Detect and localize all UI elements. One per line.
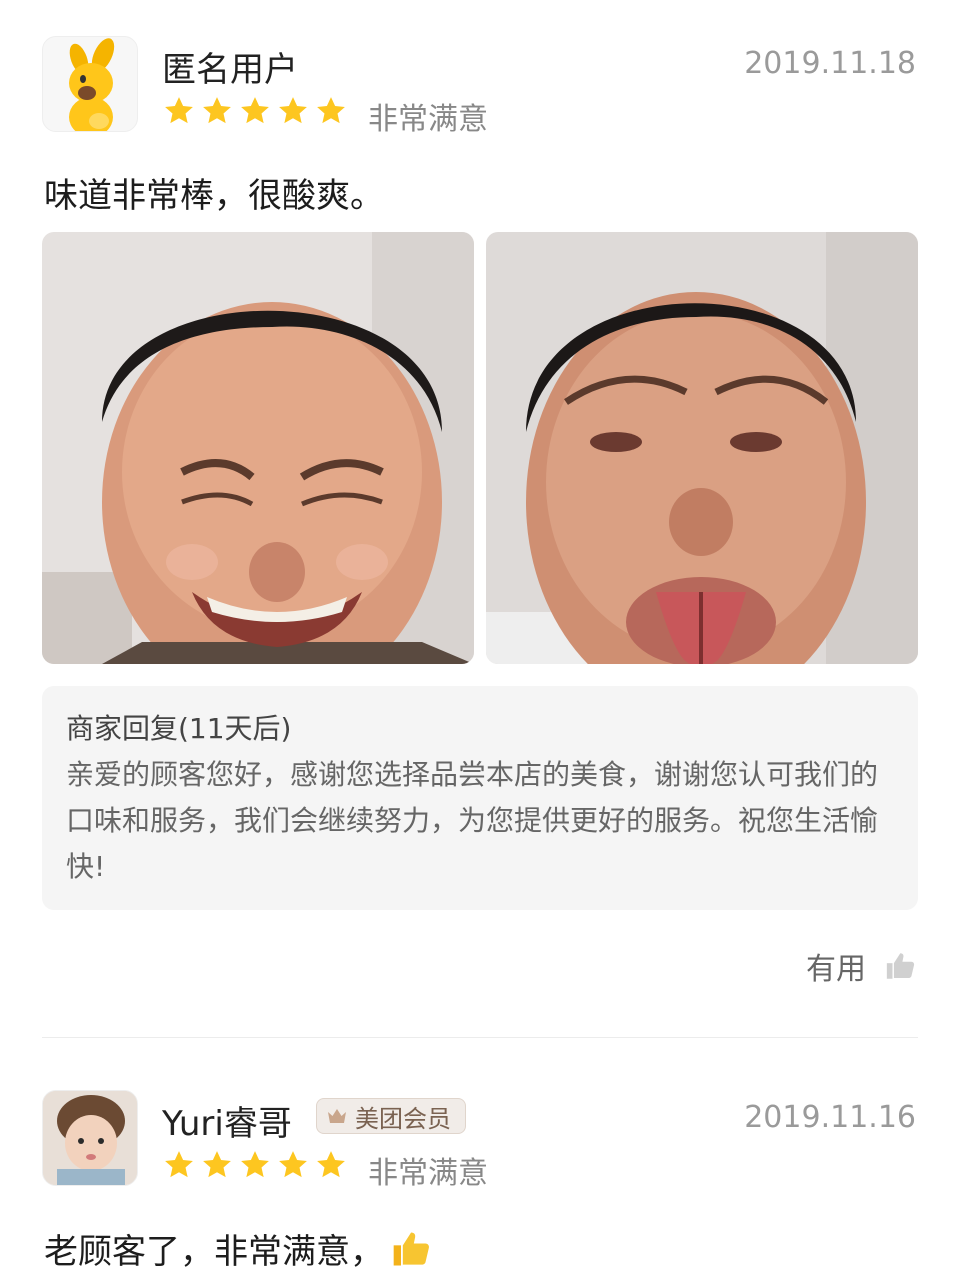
username: Yuri睿哥 <box>162 1104 292 1144</box>
star-icon <box>203 1151 231 1178</box>
username: 匿名用户 <box>162 50 298 90</box>
star-icon <box>317 1151 345 1178</box>
useful-label: 有用 <box>806 952 866 987</box>
rating-text: 非常满意 <box>368 1156 488 1191</box>
review-text: 味道非常棒，很酸爽。 <box>44 176 384 216</box>
merchant-reply: 商家回复(11天后) 亲爱的顾客您好，感谢您选择品尝本店的美食，谢谢您认可我们的… <box>42 686 918 910</box>
star-icon <box>165 97 193 124</box>
star-icon <box>203 97 231 124</box>
photo-tongue-face <box>486 232 918 664</box>
child-avatar-icon <box>43 1091 137 1185</box>
review-date: 2019.11.16 <box>744 1100 916 1135</box>
star-icon <box>165 1151 193 1178</box>
member-badge-label: 美团会员 <box>355 1104 451 1133</box>
star-icon <box>279 1151 307 1178</box>
review-text-row: 老顾客了，非常满意， <box>44 1224 434 1273</box>
avatar[interactable] <box>42 36 138 132</box>
thumbs-up-icon <box>886 953 915 979</box>
rating-text: 非常满意 <box>368 102 488 137</box>
photo-crying-face <box>42 232 474 664</box>
star-icon <box>241 97 269 124</box>
review-text: 老顾客了，非常满意， <box>44 1232 384 1272</box>
member-badge: 美团会员 <box>316 1098 466 1134</box>
star-icon <box>241 1151 269 1178</box>
star-rating <box>162 94 348 128</box>
star-icon <box>279 97 307 124</box>
crown-icon <box>328 1109 346 1123</box>
review-photo[interactable] <box>486 232 918 664</box>
useful-button[interactable]: 有用 <box>806 944 918 988</box>
kangaroo-mascot-icon <box>69 38 115 131</box>
star-rating <box>162 1148 348 1182</box>
merchant-reply-body: 亲爱的顾客您好，感谢您选择品尝本店的美食，谢谢您认可我们的口味和服务，我们会继续… <box>66 758 879 883</box>
review-date: 2019.11.18 <box>744 46 916 81</box>
review-photo[interactable] <box>42 232 474 664</box>
thumbs-up-emoji <box>393 1232 429 1265</box>
merchant-reply-title: 商家回复(11天后) <box>66 712 292 745</box>
review-divider <box>42 1037 918 1038</box>
avatar[interactable] <box>42 1090 138 1186</box>
star-icon <box>317 97 345 124</box>
